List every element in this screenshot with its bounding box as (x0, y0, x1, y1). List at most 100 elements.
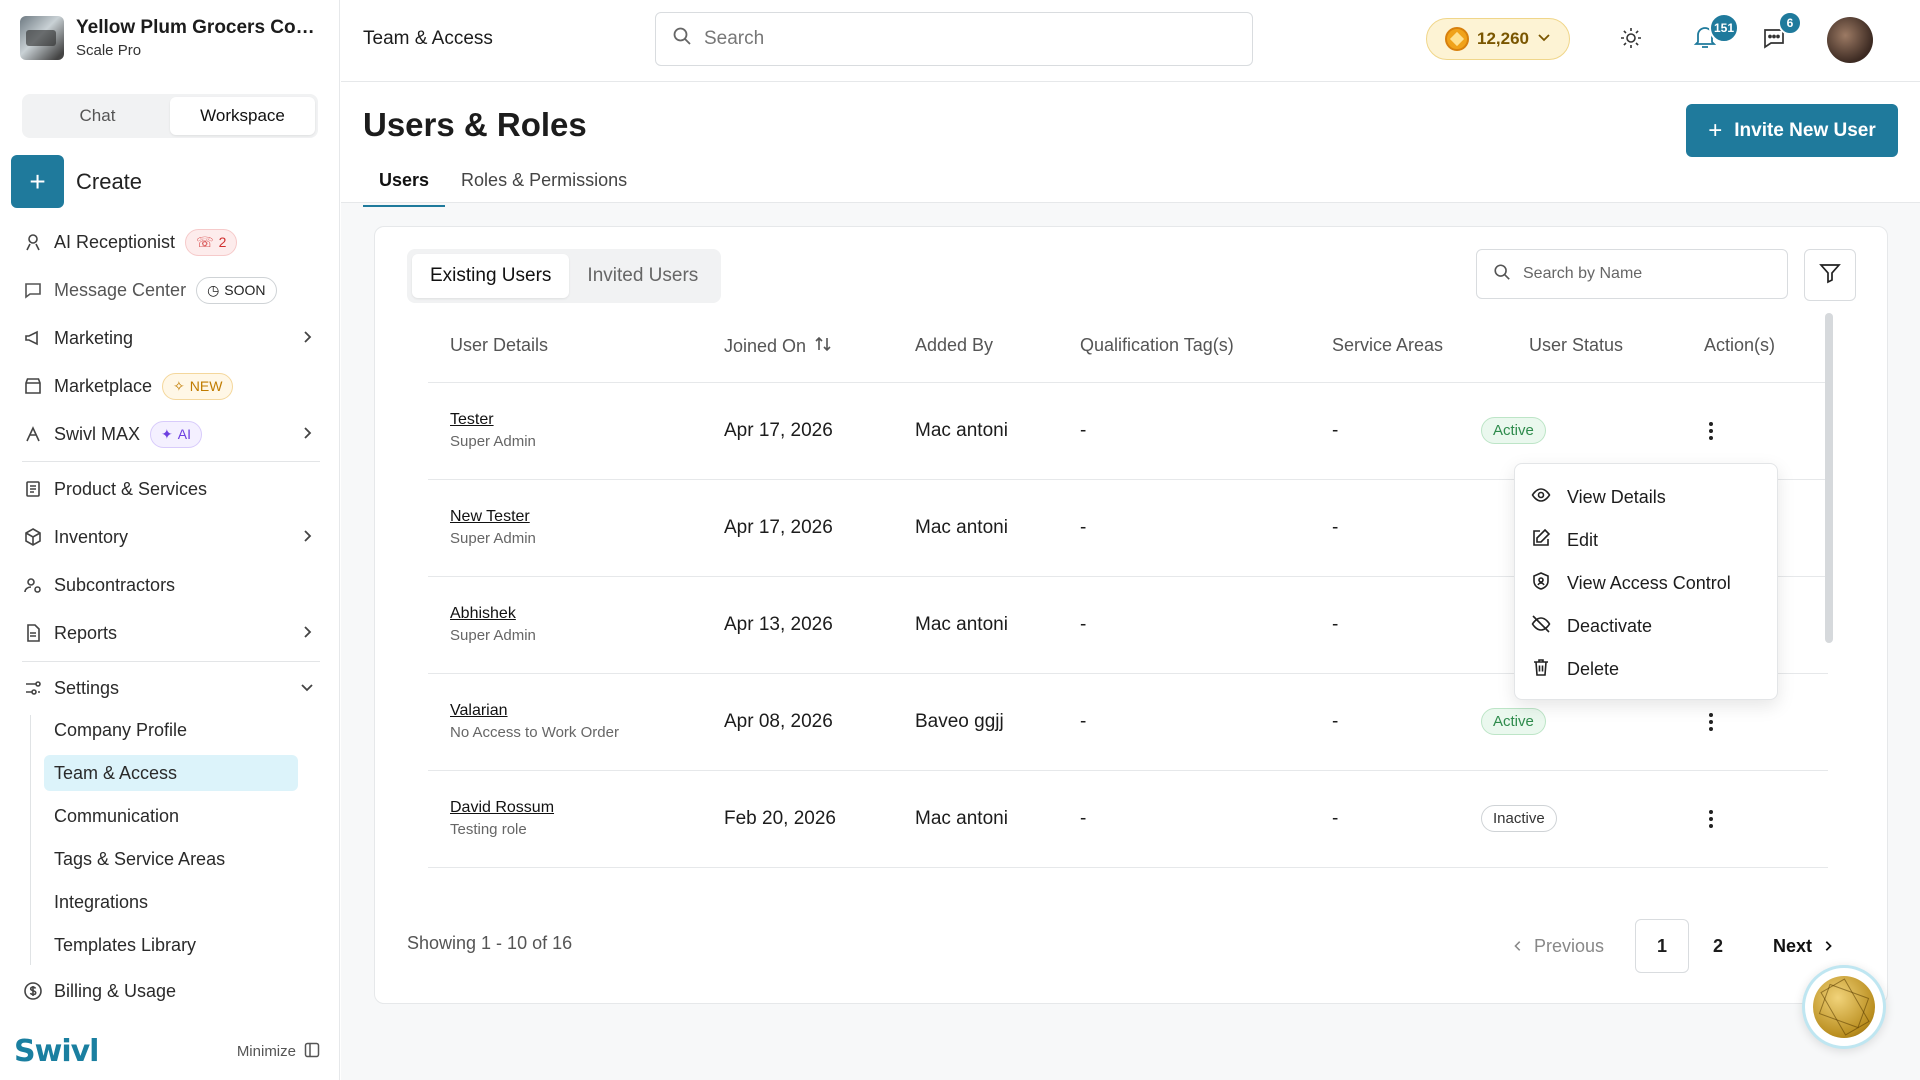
sidebar-item-marketing[interactable]: Marketing (22, 321, 320, 355)
global-search-input[interactable]: Search (655, 12, 1253, 66)
filter-button[interactable] (1804, 249, 1856, 301)
sidebar-item-ai-receptionist[interactable]: AI Receptionist ☏ 2 (22, 225, 320, 259)
sidebar-item-inventory[interactable]: Inventory (22, 520, 320, 554)
mode-workspace-tab[interactable]: Workspace (170, 97, 315, 135)
menu-view-access-control[interactable]: View Access Control (1515, 562, 1777, 605)
user-avatar[interactable] (1827, 17, 1873, 63)
sidebar-item-marketplace[interactable]: Marketplace ✧ NEW (22, 369, 320, 403)
row-actions-kebab-icon[interactable] (1701, 807, 1721, 831)
menu-label: Deactivate (1567, 616, 1653, 636)
phone-missed-icon: ☏ (196, 233, 214, 250)
sidebar-item-label: Marketing (54, 327, 134, 348)
user-name-link[interactable]: Tester (450, 411, 494, 429)
status-badge: Inactive (1481, 805, 1557, 832)
theme-toggle-sun-icon[interactable] (1619, 26, 1643, 55)
subnav-communication[interactable]: Communication (44, 798, 298, 834)
page-1-button[interactable]: 1 (1635, 919, 1689, 973)
qualification-tags: - (1080, 420, 1087, 441)
next-page-button[interactable]: Next (1773, 919, 1834, 973)
box-icon (22, 526, 44, 548)
user-role: Testing role (450, 821, 527, 838)
sidebar-item-subcontractors[interactable]: Subcontractors (22, 568, 320, 602)
minimize-button[interactable]: Minimize (237, 1042, 320, 1062)
menu-label: Delete (1567, 659, 1620, 679)
joined-on-label: Joined On (724, 336, 807, 356)
mode-switch: Chat Workspace (22, 94, 318, 138)
invite-new-user-button[interactable]: + Invite New User (1686, 104, 1898, 157)
menu-edit[interactable]: Edit (1515, 519, 1777, 562)
mode-chat-tab[interactable]: Chat (25, 97, 170, 135)
tab-roles-permissions[interactable]: Roles & Permissions (445, 160, 643, 207)
segment-existing-users[interactable]: Existing Users (412, 254, 570, 298)
subnav-integrations[interactable]: Integrations (44, 884, 298, 920)
sidebar-item-settings[interactable]: Settings (22, 671, 320, 705)
credits-dropdown[interactable]: 12,260 (1426, 18, 1570, 60)
subnav-company-profile[interactable]: Company Profile (44, 712, 298, 748)
joined-on: Apr 17, 2026 (724, 420, 833, 441)
company-logo (20, 16, 64, 60)
column-header-user-details: User Details (450, 335, 549, 355)
minimize-label: Minimize (236, 1043, 296, 1060)
search-icon (672, 26, 692, 52)
previous-page-button[interactable]: Previous (1512, 919, 1604, 973)
assistant-launcher-button[interactable] (1802, 965, 1886, 1049)
tab-users[interactable]: Users (363, 160, 446, 207)
create-button[interactable]: + Create (11, 155, 142, 208)
search-icon (1493, 263, 1511, 286)
chevron-right-icon (300, 424, 314, 445)
page-title: Users & Roles (363, 106, 587, 143)
column-header-qualification-tags: Qualification Tag(s) (1080, 335, 1234, 355)
billing-icon (22, 980, 44, 1002)
sidebar-item-reports[interactable]: Reports (22, 616, 320, 650)
table-scrollbar[interactable] (1825, 313, 1833, 643)
joined-on: Apr 17, 2026 (724, 517, 833, 538)
column-header-joined-on[interactable]: Joined On (724, 335, 832, 358)
sort-icon (814, 335, 832, 358)
row-actions-kebab-icon[interactable] (1701, 419, 1721, 443)
sidebar-collapse-icon (304, 1042, 320, 1062)
row-actions-kebab-icon[interactable] (1701, 710, 1721, 734)
subnav-team-access[interactable]: Team & Access (44, 755, 298, 791)
plus-icon: + (11, 155, 64, 208)
company-switcher[interactable]: Yellow Plum Grocers Com... Scale Pro (20, 16, 321, 60)
previous-label: Previous (1534, 936, 1605, 956)
subnav-templates-library[interactable]: Templates Library (44, 927, 298, 963)
sidebar-item-message-center[interactable]: Message Center ◷ SOON (22, 273, 320, 307)
sidebar-item-label: Marketplace (54, 375, 153, 396)
sidebar-divider (22, 661, 320, 662)
sidebar-item-swivl-max[interactable]: Swivl MAX ✦ AI (22, 417, 320, 451)
user-name-link[interactable]: Valarian (450, 702, 508, 720)
segment-invited-users[interactable]: Invited Users (569, 254, 716, 298)
added-by: Mac antoni (915, 808, 1008, 829)
company-plan: Scale Pro (76, 42, 142, 59)
report-icon (22, 622, 44, 644)
sidebar-divider (22, 461, 320, 462)
sidebar-item-label: Message Center (54, 279, 187, 300)
filter-icon (1818, 261, 1842, 290)
missed-calls-badge: ☏ 2 (185, 228, 238, 256)
sidebar-item-billing[interactable]: Billing & Usage (22, 974, 320, 1008)
subnav-tags-service-areas[interactable]: Tags & Service Areas (44, 841, 298, 877)
chevron-right-icon (300, 527, 314, 548)
page-2-button[interactable]: 2 (1691, 919, 1745, 973)
product-icon (22, 478, 44, 500)
user-name-link[interactable]: New Tester (450, 508, 530, 526)
added-by: Mac antoni (915, 614, 1008, 635)
sidebar-item-label: Swivl MAX (54, 423, 141, 444)
user-name-link[interactable]: David Rossum (450, 799, 554, 817)
sidebar: Yellow Plum Grocers Com... Scale Pro Cha… (0, 0, 340, 1080)
menu-delete[interactable]: Delete (1515, 648, 1777, 691)
sidebar-item-product-services[interactable]: Product & Services (22, 472, 320, 506)
trash-icon (1531, 657, 1551, 682)
user-name-link[interactable]: Abhishek (450, 605, 516, 623)
menu-deactivate[interactable]: Deactivate (1515, 605, 1777, 648)
search-by-name-input[interactable]: Search by Name (1476, 249, 1788, 299)
chevron-down-icon (1537, 29, 1551, 49)
shield-icon (1531, 571, 1551, 596)
page-numbers: 1 2 (1635, 919, 1745, 973)
menu-view-details[interactable]: View Details (1515, 476, 1777, 519)
chevron-right-icon (300, 328, 314, 349)
sidebar-item-label: Inventory (54, 526, 129, 547)
search-by-name-placeholder: Search by Name (1523, 265, 1643, 282)
status-badge: Active (1481, 708, 1546, 735)
